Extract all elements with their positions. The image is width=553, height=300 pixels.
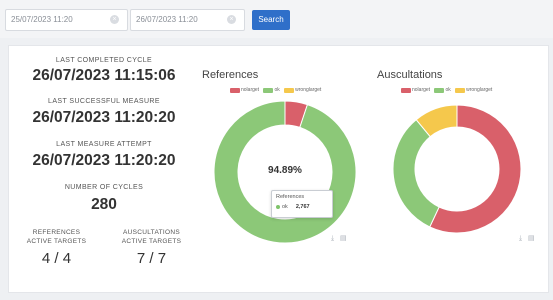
to-date-value: 26/07/2023 11:20 (136, 15, 198, 24)
stats-column: LAST COMPLETED CYCLE 26/07/2023 11:15:06… (9, 46, 199, 294)
legend-swatch-wronglarget[interactable] (455, 87, 466, 93)
auscultations-targets-label: AUSCULTATIONS ACTIVE TARGETS (104, 228, 199, 246)
number-of-cycles-value: 280 (91, 196, 117, 213)
legend-swatch-ok[interactable] (263, 87, 274, 93)
from-date-value: 25/07/2023 11:20 (11, 15, 73, 24)
from-date-input[interactable]: 25/07/2023 11:20 × (5, 9, 128, 31)
legend-label-nolarget[interactable]: nolarget (412, 87, 430, 93)
auscultations-chart-tools[interactable]: ⤓ ▤ (519, 234, 537, 243)
last-measure-attempt-label: LAST MEASURE ATTEMPT (56, 141, 152, 148)
legend-swatch-wronglarget[interactable] (284, 87, 295, 93)
legend-label-nolarget[interactable]: nolarget (241, 87, 259, 93)
references-chart-title: References (202, 69, 259, 81)
auscultations-label-line1: AUSCULTATIONS (123, 229, 180, 236)
references-label-line1: REFERENCES (32, 229, 81, 236)
legend-swatch-ok[interactable] (434, 87, 445, 93)
tooltip-value: 2,767 (295, 204, 310, 210)
clear-to-date-icon[interactable]: × (227, 15, 236, 24)
legend-swatch-nolarget[interactable] (401, 87, 411, 93)
clear-from-date-icon[interactable]: × (110, 15, 119, 24)
last-successful-measure-value: 26/07/2023 11:20:20 (32, 109, 176, 126)
references-chart-tools[interactable]: ⤓ ▤ (331, 234, 349, 243)
legend-label-wronglarget[interactable]: wronglarget (295, 87, 321, 93)
tooltip-title: References (276, 194, 305, 200)
last-completed-cycle-value: 26/07/2023 11:15:06 (32, 67, 176, 84)
auscultations-chart-title: Auscultations (377, 69, 443, 81)
references-download-icon[interactable]: ⤓ ▤ (331, 235, 349, 242)
auscultations-targets-value: 7 / 7 (136, 250, 167, 267)
auscultations-legend: nolarget ok wronglarget (398, 87, 492, 93)
references-legend: nolarget ok wronglarget (227, 87, 321, 93)
auscultations-label-line2: ACTIVE TARGETS (121, 238, 182, 245)
donut-slice-ok[interactable] (392, 118, 440, 228)
dashboard-panel: LAST COMPLETED CYCLE 26/07/2023 11:15:06… (8, 45, 549, 293)
auscultations-download-icon[interactable]: ⤓ ▤ (519, 235, 537, 242)
filter-bar: 25/07/2023 11:20 × 26/07/2023 11:20 × Se… (0, 0, 553, 38)
legend-label-wronglarget[interactable]: wronglarget (466, 87, 492, 93)
number-of-cycles-label: NUMBER OF CYCLES (64, 184, 144, 191)
references-center-percentage: 94.89% (268, 165, 302, 176)
tooltip-row: ok 2,767 (276, 204, 328, 210)
references-tooltip: References ok 2,767 (271, 190, 333, 218)
references-label-line2: ACTIVE TARGETS (26, 238, 87, 245)
auscultations-donut-chart[interactable] (392, 104, 522, 234)
tooltip-series-dot (276, 204, 280, 209)
to-date-input[interactable]: 26/07/2023 11:20 × (130, 9, 245, 31)
search-button[interactable]: Search (252, 10, 290, 30)
references-targets-label: REFERENCES ACTIVE TARGETS (9, 228, 104, 246)
last-completed-cycle-label: LAST COMPLETED CYCLE (55, 57, 153, 64)
tooltip-series-name: ok (282, 204, 288, 210)
references-targets-value: 4 / 4 (41, 250, 72, 267)
legend-swatch-nolarget[interactable] (230, 87, 240, 93)
last-measure-attempt-value: 26/07/2023 11:20:20 (32, 152, 176, 169)
last-successful-measure-label: LAST SUCCESSFUL MEASURE (48, 98, 160, 105)
legend-label-ok[interactable]: ok (445, 87, 450, 93)
legend-label-ok[interactable]: ok (274, 87, 279, 93)
